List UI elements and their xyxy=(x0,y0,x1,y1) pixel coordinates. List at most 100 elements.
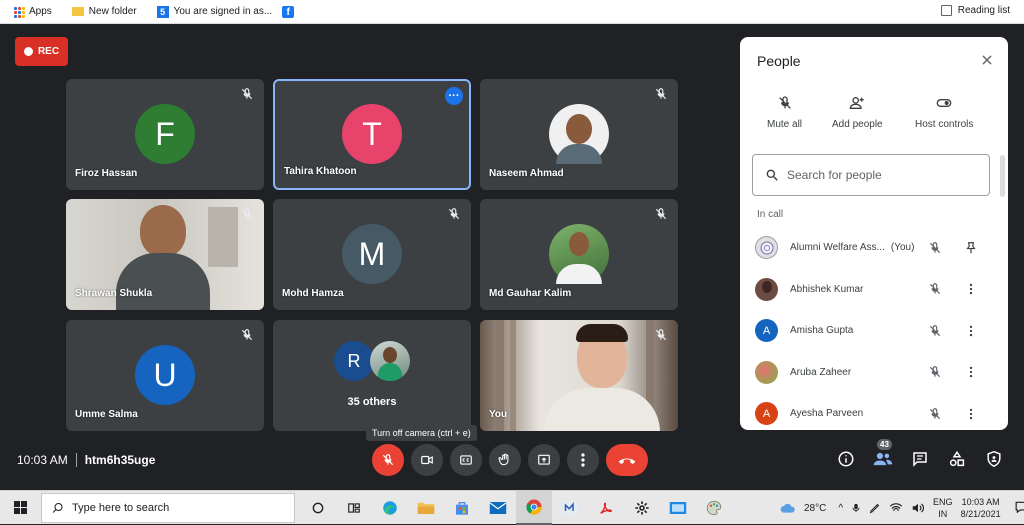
chevron-up-icon[interactable]: ^ xyxy=(838,503,843,514)
people-icon xyxy=(873,452,893,466)
bookmark-label: Apps xyxy=(29,6,52,17)
mail-app[interactable] xyxy=(480,491,516,525)
mic-off-icon[interactable] xyxy=(928,324,942,338)
raise-hand-icon xyxy=(498,453,509,466)
chrome-app[interactable] xyxy=(516,491,552,525)
participant-name: Abhishek Kumar xyxy=(790,283,864,295)
action-label: Add people xyxy=(832,119,883,130)
microphone-icon[interactable] xyxy=(851,501,861,515)
participant-tile[interactable]: ··· T Tahira Khatoon xyxy=(273,79,471,190)
photos-app[interactable] xyxy=(660,491,696,525)
bookmark-new-folder[interactable]: New folder xyxy=(71,6,137,17)
edge-app[interactable] xyxy=(372,491,408,525)
self-tile[interactable]: You xyxy=(480,320,678,431)
more-vert-icon[interactable] xyxy=(964,407,978,421)
meet-area: REC F Firoz Hassan ··· T Tahira Khatoon … xyxy=(0,25,1024,490)
mic-off-icon[interactable] xyxy=(928,282,942,296)
panel-scrollbar[interactable] xyxy=(1000,155,1005,197)
cortana-button[interactable] xyxy=(300,491,336,525)
paint-app[interactable] xyxy=(696,491,732,525)
raise-hand-button[interactable] xyxy=(489,444,521,476)
list-item[interactable]: Aruba Zaheer xyxy=(740,352,1008,394)
meeting-details-button[interactable] xyxy=(836,449,856,469)
right-controls: 43 xyxy=(836,439,1004,469)
toggle-icon xyxy=(936,99,952,107)
app-launcher[interactable] xyxy=(552,491,588,525)
host-controls-action-button[interactable]: Host controls xyxy=(915,95,973,130)
participant-tile[interactable]: M Mohd Hamza xyxy=(273,199,471,310)
participant-photo xyxy=(370,341,410,381)
notifications-button[interactable]: 2 xyxy=(1015,501,1024,515)
camera-toggle-button[interactable] xyxy=(411,444,443,476)
mic-off-icon[interactable] xyxy=(928,241,942,255)
avatar xyxy=(755,360,778,384)
people-search-field[interactable]: Search for people xyxy=(752,154,990,196)
participant-tile[interactable]: Shrawan Shukla xyxy=(66,199,264,310)
task-view-icon xyxy=(348,503,360,513)
app-icon xyxy=(562,501,578,515)
file-explorer-app[interactable] xyxy=(408,491,444,525)
cortana-icon xyxy=(312,502,324,514)
participant-tile[interactable]: Md Gauhar Kalim xyxy=(480,199,678,310)
task-view-button[interactable] xyxy=(336,491,372,525)
list-item[interactable]: Alumni Welfare Ass... (You) xyxy=(740,227,1008,269)
paint-icon xyxy=(706,500,722,516)
windows-start-icon[interactable] xyxy=(14,501,27,514)
more-vert-icon[interactable] xyxy=(964,365,978,379)
action-label: Mute all xyxy=(767,119,803,130)
more-vert-icon[interactable] xyxy=(964,282,978,296)
mic-off-icon xyxy=(241,88,253,100)
list-item[interactable]: A Amisha Gupta xyxy=(740,310,1008,352)
close-icon[interactable] xyxy=(980,53,994,67)
mic-off-icon[interactable] xyxy=(928,365,942,379)
mic-off-icon xyxy=(382,454,394,466)
mic-off-icon xyxy=(448,208,460,220)
mic-toggle-button[interactable] xyxy=(372,444,404,476)
edge-icon xyxy=(383,501,397,515)
participant-name: Ayesha Parveen xyxy=(790,408,864,420)
volume-icon[interactable] xyxy=(911,502,925,514)
chat-button[interactable] xyxy=(910,449,930,469)
bookmark-apps[interactable]: Apps xyxy=(14,6,52,18)
wifi-icon[interactable] xyxy=(889,502,903,514)
settings-app[interactable] xyxy=(624,491,660,525)
taskbar-search-field[interactable]: Type here to search xyxy=(41,493,295,523)
present-button[interactable] xyxy=(528,444,560,476)
participant-tile[interactable]: Naseem Ahmad xyxy=(480,79,678,190)
people-count-badge: 43 xyxy=(877,439,892,450)
list-item[interactable]: Abhishek Kumar xyxy=(740,269,1008,311)
more-options-button[interactable] xyxy=(567,444,599,476)
activities-button[interactable] xyxy=(947,449,967,469)
participant-name: Firoz Hassan xyxy=(75,168,138,179)
participant-name: Amisha Gupta xyxy=(790,325,854,337)
language-indicator[interactable]: ENG IN xyxy=(933,496,953,520)
others-tile[interactable]: R 35 others xyxy=(273,320,471,431)
more-vert-icon[interactable] xyxy=(964,324,978,338)
people-button[interactable]: 43 xyxy=(873,439,893,469)
bookmark-signed-in[interactable]: 5 You are signed in as... xyxy=(156,5,273,18)
weather-cloud-icon[interactable] xyxy=(780,502,796,514)
pen-icon[interactable] xyxy=(869,502,881,514)
taskbar-clock[interactable]: 10:03 AM 8/21/2021 xyxy=(961,496,1001,520)
pin-icon[interactable] xyxy=(964,241,978,255)
captions-button[interactable] xyxy=(450,444,482,476)
weather-temp[interactable]: 28°C xyxy=(804,503,826,514)
meeting-info: 10:03 AM htm6h35uge xyxy=(17,453,155,467)
more-options-icon[interactable]: ··· xyxy=(445,87,463,105)
photos-icon xyxy=(669,502,687,514)
list-item[interactable]: A Ayesha Parveen xyxy=(740,393,1008,430)
participant-tile[interactable]: U Umme Salma xyxy=(66,320,264,431)
mic-off-icon[interactable] xyxy=(928,407,942,421)
participant-tile[interactable]: F Firoz Hassan xyxy=(66,79,264,190)
store-app[interactable] xyxy=(444,491,480,525)
mute-all-button[interactable]: Mute all xyxy=(767,95,802,130)
reading-list-button[interactable]: Reading list xyxy=(940,5,1010,16)
leave-call-button[interactable] xyxy=(606,444,648,476)
add-people-button[interactable]: Add people xyxy=(832,95,883,130)
host-controls-button[interactable] xyxy=(984,449,1004,469)
bookmark-facebook[interactable]: f xyxy=(282,5,295,18)
bookmark-label: You are signed in as... xyxy=(173,6,273,17)
acrobat-app[interactable] xyxy=(588,491,624,525)
clock-date: 8/21/2021 xyxy=(960,509,1001,519)
info-icon xyxy=(838,451,854,467)
